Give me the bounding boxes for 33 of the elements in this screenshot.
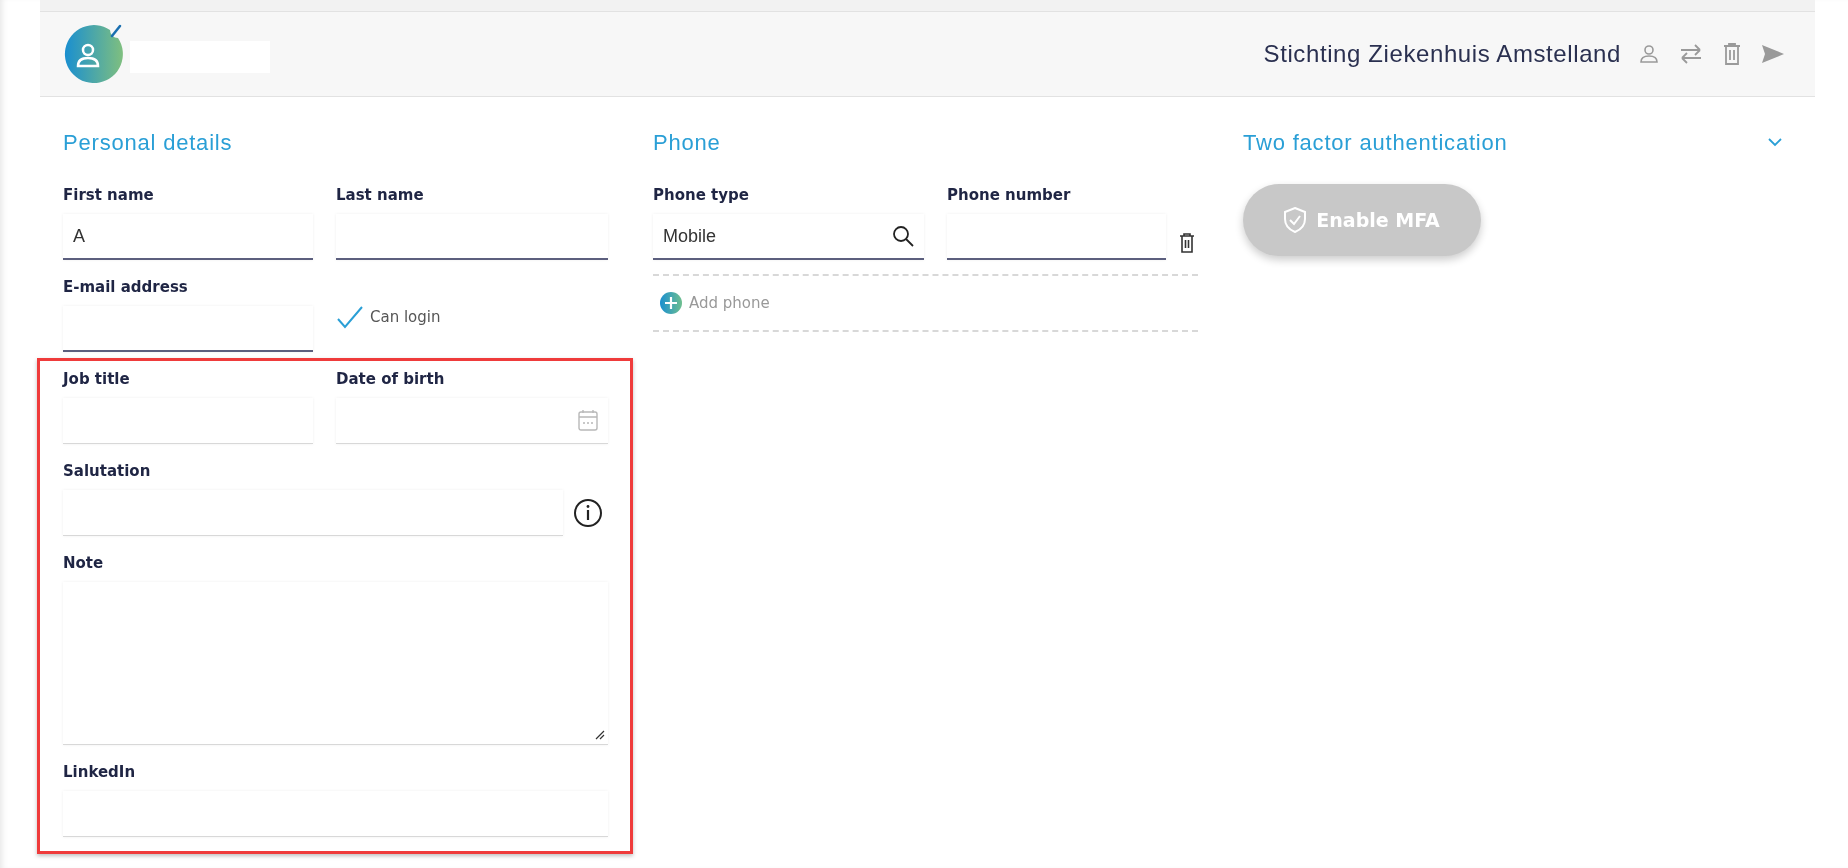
swap-arrows-icon[interactable] (1679, 44, 1703, 64)
send-icon[interactable] (1761, 44, 1785, 64)
field-label: Last name (336, 186, 425, 206)
section-title: Personal details (63, 130, 234, 157)
resize-handle-icon[interactable] (595, 730, 605, 740)
section-title: Phone (653, 130, 722, 157)
search-icon[interactable] (892, 225, 914, 247)
field-label: Phone type (653, 186, 750, 206)
field-label: LinkedIn (63, 763, 137, 783)
field-label: Phone number (947, 186, 1072, 206)
checkmark-icon[interactable] (336, 305, 364, 329)
avatar-icon[interactable] (62, 22, 126, 86)
input-field[interactable] (336, 214, 608, 260)
field-label: First name (63, 186, 155, 206)
field-label: Note (63, 554, 105, 574)
section-title: Two factor authentication (1243, 130, 1508, 157)
phone-type-dropdown[interactable]: Mobile (653, 214, 924, 260)
calendar-icon[interactable] (578, 409, 598, 431)
chevron-down-icon[interactable] (1768, 138, 1782, 147)
organization-name: Stichting Ziekenhuis Amstelland (1263, 40, 1621, 68)
input-field[interactable] (63, 306, 313, 352)
field-label: Salutation (63, 462, 152, 482)
input-field[interactable]: A (63, 214, 313, 260)
plus-circle-icon (659, 291, 683, 315)
field-label: E-mail address (63, 278, 189, 298)
input-field[interactable] (947, 214, 1166, 260)
person-icon[interactable] (1639, 44, 1659, 64)
field-label: Job title (63, 370, 131, 390)
field-label: Date of birth (336, 370, 446, 390)
checkbox-label: Can login (370, 308, 441, 326)
trash-icon[interactable] (1179, 233, 1195, 253)
info-icon[interactable] (573, 498, 603, 528)
shield-check-icon (1284, 207, 1307, 233)
